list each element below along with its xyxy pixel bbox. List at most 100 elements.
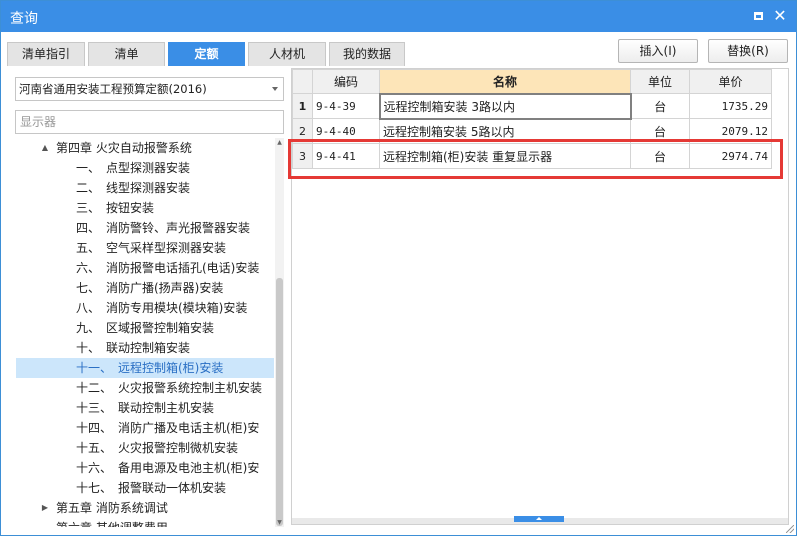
- tab-quota[interactable]: 定额: [168, 42, 245, 66]
- tree-item-chapter-6[interactable]: 第六章 其他调整费用: [16, 518, 274, 527]
- quota-library-select[interactable]: 河南省通用安装工程预算定额(2016): [15, 77, 284, 101]
- tree-item-number: 十三、: [76, 401, 113, 415]
- results-panel: 编码 名称 单位 单价 1 9-4-39 远程控制箱安装 3路以内 台 1735…: [291, 68, 789, 525]
- row-number-header: [292, 69, 313, 94]
- name-column-header[interactable]: 名称: [379, 69, 631, 94]
- tree-item[interactable]: 六、 消防报警电话插孔(电话)安装: [16, 258, 274, 278]
- quota-price[interactable]: 2974.74: [689, 143, 772, 169]
- scroll-down-icon[interactable]: ▼: [275, 518, 284, 527]
- search-input[interactable]: [15, 110, 284, 134]
- tree-item-label: 消防报警电话插孔(电话)安装: [106, 261, 260, 275]
- tree-item-label: 按钮安装: [106, 201, 155, 215]
- tree-item-label: 第五章 消防系统调试: [56, 501, 168, 515]
- tree-item[interactable]: 十二、 火灾报警系统控制主机安装: [16, 378, 274, 398]
- quota-name[interactable]: 远程控制箱(柜)安装 重复显示器: [379, 143, 631, 169]
- tab-labor-material-machine[interactable]: 人材机: [248, 42, 326, 66]
- tree-item-selected[interactable]: 十一、 远程控制箱(柜)安装: [16, 358, 274, 378]
- tree-item-number: 六、: [76, 261, 101, 275]
- insert-button[interactable]: 插入(I): [618, 39, 698, 63]
- tree-item-label: 火灾报警系统控制主机安装: [118, 381, 263, 395]
- tree-item-number: 七、: [76, 281, 101, 295]
- tree-item[interactable]: 一、 点型探测器安装: [16, 158, 274, 178]
- tree-item-number: 九、: [76, 321, 101, 335]
- tree-item-number: 十二、: [76, 381, 113, 395]
- price-column-header[interactable]: 单价: [689, 69, 772, 94]
- tab-bill-guide[interactable]: 清单指引: [7, 42, 85, 66]
- quota-library-value: 河南省通用安装工程预算定额(2016): [19, 82, 207, 96]
- tree-item[interactable]: 三、 按钮安装: [16, 198, 274, 218]
- tree-item-label: 线型探测器安装: [106, 181, 191, 195]
- table-row[interactable]: 2 9-4-40 远程控制箱安装 5路以内 台 2079.12: [292, 118, 772, 144]
- quota-unit[interactable]: 台: [630, 93, 690, 119]
- splitter-grip-icon[interactable]: [514, 516, 564, 522]
- results-table: 编码 名称 单位 单价 1 9-4-39 远程控制箱安装 3路以内 台 1735…: [292, 69, 772, 169]
- tree-item-label: 消防专用模块(模块箱)安装: [106, 301, 248, 315]
- tree-item-number: 十一、: [76, 361, 113, 375]
- expand-icon[interactable]: ▶: [40, 498, 50, 518]
- quota-name[interactable]: 远程控制箱安装 3路以内: [378, 92, 632, 120]
- tab-my-data[interactable]: 我的数据: [329, 42, 405, 66]
- code-column-header[interactable]: 编码: [312, 69, 380, 94]
- table-header-row: 编码 名称 单位 单价: [292, 69, 772, 94]
- left-panel: 河南省通用安装工程预算定额(2016) ▲ 第四章 火灾自动报警系统 一、 点型…: [12, 67, 288, 527]
- tree-item-number: 十五、: [76, 441, 113, 455]
- tree-item[interactable]: 二、 线型探测器安装: [16, 178, 274, 198]
- tree-scrollbar[interactable]: ▲ ▼: [275, 138, 284, 527]
- replace-button[interactable]: 替换(R): [708, 39, 788, 63]
- title-bar[interactable]: 查询 ✕: [1, 1, 796, 32]
- tree-item-chapter-5[interactable]: ▶ 第五章 消防系统调试: [16, 498, 274, 518]
- quota-price[interactable]: 1735.29: [689, 93, 772, 119]
- collapse-icon[interactable]: ▲: [40, 138, 50, 158]
- quota-price[interactable]: 2079.12: [689, 118, 772, 144]
- tree-item-number: 八、: [76, 301, 101, 315]
- quota-name[interactable]: 远程控制箱安装 5路以内: [379, 118, 631, 144]
- tree-item[interactable]: 九、 区域报警控制箱安装: [16, 318, 274, 338]
- tree-item-chapter-4[interactable]: ▲ 第四章 火灾自动报警系统: [16, 138, 274, 158]
- tree-item-label: 第四章 火灾自动报警系统: [56, 141, 192, 155]
- tree-item[interactable]: 十、 联动控制箱安装: [16, 338, 274, 358]
- minimize-button[interactable]: [749, 7, 767, 25]
- row-number: 1: [292, 93, 313, 119]
- tree-item[interactable]: 八、 消防专用模块(模块箱)安装: [16, 298, 274, 318]
- quota-code[interactable]: 9-4-39: [312, 93, 380, 119]
- quota-unit[interactable]: 台: [630, 143, 690, 169]
- tree-item-label: 消防广播(扬声器)安装: [106, 281, 224, 295]
- tree-item-label: 联动控制箱安装: [106, 341, 191, 355]
- tree-item-label: 第六章 其他调整费用: [56, 518, 168, 527]
- chapter-tree: ▲ 第四章 火灾自动报警系统 一、 点型探测器安装 二、 线型探测器安装 三、 …: [16, 138, 274, 527]
- tree-item[interactable]: 十五、 火灾报警控制微机安装: [16, 438, 274, 458]
- unit-column-header[interactable]: 单位: [630, 69, 690, 94]
- tree-item-number: 一、: [76, 161, 101, 175]
- tree-item[interactable]: 十四、 消防广播及电话主机(柜)安: [16, 418, 274, 438]
- window-title: 查询: [10, 11, 38, 27]
- tree-item-number: 四、: [76, 221, 101, 235]
- tree-item[interactable]: 十三、 联动控制主机安装: [16, 398, 274, 418]
- tree-item-number: 二、: [76, 181, 101, 195]
- tree-item[interactable]: 十七、 报警联动一体机安装: [16, 478, 274, 498]
- table-row[interactable]: 3 9-4-41 远程控制箱(柜)安装 重复显示器 台 2974.74: [292, 143, 772, 169]
- tree-item[interactable]: 五、 空气采样型探测器安装: [16, 238, 274, 258]
- scrollbar-thumb[interactable]: [276, 278, 283, 526]
- tab-bill[interactable]: 清单: [88, 42, 165, 66]
- table-row[interactable]: 1 9-4-39 远程控制箱安装 3路以内 台 1735.29: [292, 92, 772, 120]
- minimize-icon: [753, 12, 763, 20]
- quota-unit[interactable]: 台: [630, 118, 690, 144]
- dropdown-caret-icon: [272, 87, 278, 91]
- scroll-up-icon[interactable]: ▲: [275, 138, 284, 147]
- tree-item[interactable]: 十六、 备用电源及电池主机(柜)安: [16, 458, 274, 478]
- resize-grip-icon[interactable]: [786, 525, 794, 533]
- tree-item[interactable]: 四、 消防警铃、声光报警器安装: [16, 218, 274, 238]
- quota-code[interactable]: 9-4-40: [312, 118, 380, 144]
- tree-item-label: 消防广播及电话主机(柜)安: [118, 421, 260, 435]
- tree-item-label: 区域报警控制箱安装: [106, 321, 215, 335]
- tree-item-label: 火灾报警控制微机安装: [118, 441, 239, 455]
- close-button[interactable]: ✕: [771, 7, 789, 25]
- tree-item-number: 十、: [76, 341, 101, 355]
- tree-item-label: 点型探测器安装: [106, 161, 191, 175]
- quota-code[interactable]: 9-4-41: [312, 143, 380, 169]
- tree-item-label: 消防警铃、声光报警器安装: [106, 221, 251, 235]
- tree-item[interactable]: 七、 消防广播(扬声器)安装: [16, 278, 274, 298]
- row-number: 3: [292, 143, 313, 169]
- tree-item-label: 空气采样型探测器安装: [106, 241, 227, 255]
- panel-splitter[interactable]: [292, 516, 788, 524]
